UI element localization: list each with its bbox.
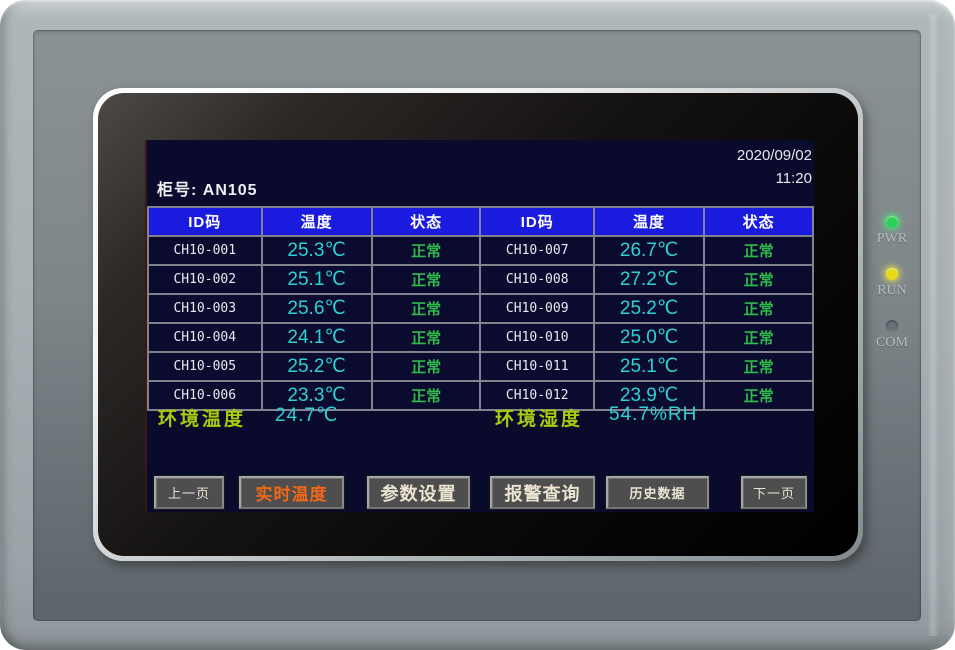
run-led-group: RUN — [876, 268, 908, 299]
com-led-group: COM — [876, 320, 908, 351]
env-humidity-label: 环境湿度 — [495, 404, 583, 431]
env-temp-label: 环境温度 — [158, 404, 246, 431]
temperature-table: ID码 温度 状态 ID码 温度 状态 CH10-00125.3℃正常CH10-… — [147, 206, 814, 411]
datetime: 2020/09/02 11:20 — [737, 144, 812, 190]
table-row: CH10-00225.1℃正常CH10-00827.2℃正常 — [148, 265, 813, 294]
screen-bezel: 2020/09/02 11:20 柜号: AN105 ID码 温度 状态 — [98, 93, 858, 556]
cabinet-number: 柜号: AN105 — [157, 176, 258, 200]
run-led-label: RUN — [876, 283, 908, 299]
com-led-icon — [886, 320, 898, 332]
cell-id: CH10-001 — [148, 236, 262, 265]
history-data-button[interactable]: 历史数据 — [606, 476, 709, 509]
cell-status: 正常 — [704, 352, 813, 381]
cell-status: 正常 — [372, 294, 481, 323]
date-text: 2020/09/02 — [737, 144, 812, 167]
cell-status: 正常 — [372, 265, 481, 294]
cell-id: CH10-011 — [480, 352, 594, 381]
table-row: CH10-00424.1℃正常CH10-01025.0℃正常 — [148, 323, 813, 352]
com-led-label: COM — [876, 335, 908, 351]
cell-id: CH10-003 — [148, 294, 262, 323]
cell-temp: 25.6℃ — [262, 294, 372, 323]
col-header-id: ID码 — [148, 207, 262, 236]
pwr-led-icon — [886, 216, 898, 228]
cell-temp: 26.7℃ — [594, 236, 704, 265]
device-edge-highlight — [927, 14, 939, 636]
col-header-temp: 温度 — [594, 207, 704, 236]
screen-module: 2020/09/02 11:20 柜号: AN105 ID码 温度 状态 — [93, 88, 863, 561]
cell-id: CH10-008 — [480, 265, 594, 294]
cell-temp: 25.1℃ — [262, 265, 372, 294]
col-header-status: 状态 — [704, 207, 813, 236]
cell-status: 正常 — [704, 265, 813, 294]
table-row: CH10-00525.2℃正常CH10-01125.1℃正常 — [148, 352, 813, 381]
cell-temp: 25.2℃ — [594, 294, 704, 323]
hmi-device: 2020/09/02 11:20 柜号: AN105 ID码 温度 状态 — [0, 0, 955, 650]
col-header-status: 状态 — [372, 207, 481, 236]
cell-id: CH10-010 — [480, 323, 594, 352]
col-header-temp: 温度 — [262, 207, 372, 236]
realtime-temp-button[interactable]: 实时温度 — [239, 476, 344, 509]
environment-row: 环境温度 24.7℃ 环境湿度 54.7%RH — [147, 404, 814, 428]
cell-status: 正常 — [372, 236, 481, 265]
cell-status: 正常 — [704, 323, 813, 352]
pwr-led-group: PWR — [876, 216, 908, 247]
alarm-query-button[interactable]: 报警查询 — [490, 476, 595, 509]
next-page-button[interactable]: 下一页 — [741, 476, 807, 509]
cell-temp: 25.0℃ — [594, 323, 704, 352]
cell-temp: 25.1℃ — [594, 352, 704, 381]
cell-id: CH10-004 — [148, 323, 262, 352]
prev-page-button[interactable]: 上一页 — [154, 476, 224, 509]
cell-status: 正常 — [704, 236, 813, 265]
time-text: 11:20 — [737, 167, 812, 190]
table-row: CH10-00325.6℃正常CH10-00925.2℃正常 — [148, 294, 813, 323]
cell-id: CH10-005 — [148, 352, 262, 381]
cell-temp: 25.3℃ — [262, 236, 372, 265]
col-header-id: ID码 — [480, 207, 594, 236]
lcd-display: 2020/09/02 11:20 柜号: AN105 ID码 温度 状态 — [145, 140, 814, 512]
table-header-row: ID码 温度 状态 ID码 温度 状态 — [148, 207, 813, 236]
cell-id: CH10-002 — [148, 265, 262, 294]
table-body: CH10-00125.3℃正常CH10-00726.7℃正常CH10-00225… — [148, 236, 813, 410]
cell-temp: 25.2℃ — [262, 352, 372, 381]
cell-temp: 27.2℃ — [594, 265, 704, 294]
pwr-led-label: PWR — [876, 231, 908, 247]
cell-status: 正常 — [372, 323, 481, 352]
env-temp-value: 24.7℃ — [275, 404, 338, 427]
cell-id: CH10-009 — [480, 294, 594, 323]
cell-status: 正常 — [372, 352, 481, 381]
env-humidity-value: 54.7%RH — [609, 404, 697, 426]
cell-temp: 24.1℃ — [262, 323, 372, 352]
param-settings-button[interactable]: 参数设置 — [367, 476, 470, 509]
table-row: CH10-00125.3℃正常CH10-00726.7℃正常 — [148, 236, 813, 265]
cell-id: CH10-007 — [480, 236, 594, 265]
run-led-icon — [886, 268, 898, 280]
cell-status: 正常 — [704, 294, 813, 323]
